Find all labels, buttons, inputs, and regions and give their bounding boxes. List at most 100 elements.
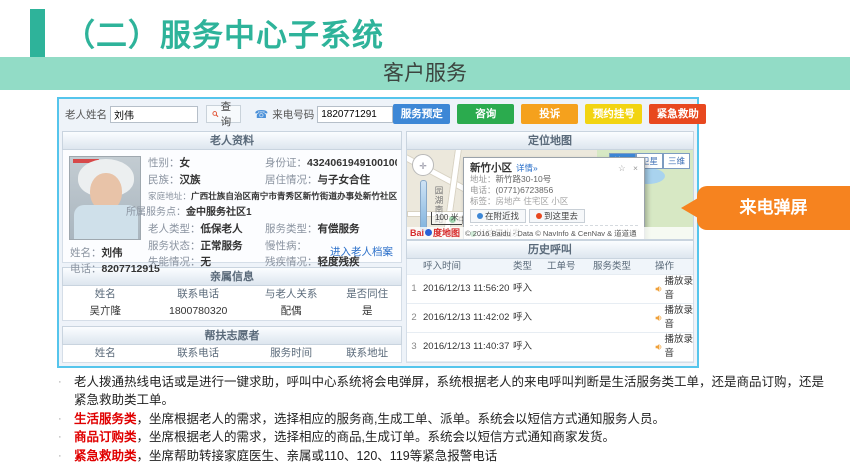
field-label: 民族：: [148, 174, 180, 186]
photo-name-label: 姓名：: [70, 247, 102, 259]
elder-name-phone: 姓名：刘伟 电话：8207712915: [70, 245, 160, 277]
family-table-row: 吴亣隆 1800780320 配偶 是: [63, 303, 401, 320]
popup-tel-label: 电话：: [470, 185, 496, 195]
play-recording-button[interactable]: 播放录音: [649, 275, 693, 303]
field-label: 身份证：: [265, 157, 307, 169]
elder-profile: 姓名：刘伟 电话：8207712915 性别：女 身份证：43240619491…: [62, 150, 402, 263]
popup-close-icon[interactable]: ×: [633, 163, 638, 173]
baidu-paw-icon: [425, 229, 432, 236]
col-relation: 与老人关系: [249, 286, 334, 303]
note-lead: 商品订购类: [74, 430, 137, 444]
field-value: 低保老人: [201, 223, 243, 235]
col-action: 操作: [649, 259, 693, 274]
col-call-time: 呼入时间: [421, 259, 513, 274]
elder-name-label: 老人姓名: [65, 107, 107, 122]
note-text: ，坐席根据老人的需求，选择相应的服务商,生成工单、派单。系统会以短信方式通知服务…: [137, 412, 665, 426]
field-value: 女: [180, 157, 191, 169]
service-point-label: 所属服务点：: [126, 207, 186, 218]
field-value: 与子女合住: [318, 174, 371, 186]
slide: （二）服务中心子系统 客户服务 老人姓名 查询 ☎ 来电号码 服务预定 咨询 投…: [0, 0, 850, 466]
col-phone: 联系电话: [148, 286, 249, 303]
map-attribution: Bai度地图 © 2016 Baidu - Data © NavInfo & C…: [407, 227, 693, 239]
speaker-icon: [655, 313, 663, 323]
section-banner: 客户服务: [0, 57, 850, 90]
note-item: · 商品订购类，坐席根据老人的需求，选择相应的商品,生成订单。系统会以短信方式通…: [58, 429, 832, 447]
popup-tab-go-here[interactable]: 到这里去: [529, 209, 585, 223]
search-button-label: 查询: [221, 99, 235, 129]
photo-phone-label: 电话：: [70, 263, 102, 275]
nearby-icon: [477, 213, 483, 219]
field-label: 服务类型：: [265, 223, 318, 235]
speaker-icon: [655, 284, 663, 294]
note-item: · 紧急救助类，坐席帮助转接家庭医生、亲属或110、120、119等紧急报警电话: [58, 448, 832, 466]
elder-name-input[interactable]: [110, 106, 198, 123]
map-header: 定位地图: [406, 131, 694, 150]
map-compass-control[interactable]: ✛: [412, 154, 434, 176]
service-reserve-button[interactable]: 服务预定: [393, 104, 450, 124]
field-value: 正常服务: [201, 240, 243, 252]
play-recording-button[interactable]: 播放录音: [649, 333, 693, 361]
caller-number-label: 来电号码: [272, 107, 314, 122]
note-item: · 生活服务类，坐席根据老人的需求，选择相应的服务商,生成工单、派单。系统会以短…: [58, 411, 832, 429]
destination-pin-icon: [536, 213, 542, 219]
field-label: 失能情况：: [148, 256, 201, 268]
emergency-button[interactable]: 紧急救助: [649, 104, 706, 124]
col-service-time: 服务时间: [249, 345, 334, 362]
col-order-no: 工单号: [547, 259, 593, 274]
complaint-button[interactable]: 投诉: [521, 104, 578, 124]
field-label: 老人类型：: [148, 223, 201, 235]
popup-tel-value: (0771)6723856: [496, 185, 554, 195]
consult-button[interactable]: 咨询: [457, 104, 514, 124]
service-point-value: 金中服务社区1: [186, 207, 252, 218]
title-accent-bar: [30, 9, 45, 59]
family-relation: 配偶: [249, 303, 334, 320]
note-item: · 老人拨通热线电话或是进行一键求助，呼叫中心系统将会电弹屏，系统根据老人的来电…: [58, 374, 832, 410]
field-label: 性别：: [148, 157, 180, 169]
volunteer-table: 姓名 联系电话 服务时间 联系地址: [62, 345, 402, 363]
popup-tab-search-nearby[interactable]: 在附近找: [470, 209, 526, 223]
family-table-header: 姓名 联系电话 与老人关系 是否同住: [63, 286, 401, 303]
map-type-3d[interactable]: 三维: [663, 153, 690, 169]
enter-archive-link[interactable]: 进入老人档案: [330, 244, 393, 259]
volunteer-table-header: 姓名 联系电话 服务时间 联系地址: [63, 345, 401, 362]
popup-tags-value: 房地产 住宅区 小区: [496, 196, 569, 206]
appointment-button[interactable]: 预约挂号: [585, 104, 642, 124]
field-value: 汉族: [180, 174, 201, 186]
baidu-logo: Bai: [410, 228, 424, 238]
location-map[interactable]: ✛ 园湖南路 中国农业银行 光大银行 新竹 地图 卫星 三维 新竹小区: [406, 150, 694, 240]
elder-info-header: 老人资料: [62, 131, 402, 150]
family-together: 是: [333, 303, 401, 320]
note-lead: 生活服务类: [74, 412, 137, 426]
call-history-table: 呼入时间 类型 工单号 服务类型 操作 1 2016/12/13 11:56:2…: [406, 259, 694, 363]
bullet-marker: ·: [58, 448, 74, 466]
col-type: 类型: [513, 259, 547, 274]
family-table: 姓名 联系电话 与老人关系 是否同住 吴亣隆 1800780320 配偶 是: [62, 286, 402, 321]
history-row: 2 2016/12/13 11:42:02 呼入 播放录音: [407, 304, 693, 333]
page-title: （二）服务中心子系统: [64, 10, 384, 55]
history-row: 3 2016/12/13 11:40:37 呼入 播放录音: [407, 333, 693, 362]
elder-info-panel: 老人资料 姓名：刘伟 电话：8207712915 性别：女 身份证：432406…: [62, 131, 402, 363]
popup-tags-label: 标签：: [470, 196, 496, 206]
phone-icon: ☎: [255, 108, 269, 121]
field-label: 残疾情况：: [265, 256, 318, 268]
col-name: 姓名: [63, 345, 148, 362]
note-text: 老人拨通热线电话或是进行一键求助，呼叫中心系统将会电弹屏，系统根据老人的来电呼叫…: [74, 375, 824, 407]
address-value: 广西壮族自治区南宁市青秀区新竹街道办事处新竹社区居委会: [191, 191, 397, 201]
address-label: 家庭地址：: [148, 191, 191, 201]
popup-detail-link[interactable]: 详情»: [516, 162, 538, 174]
popup-favorite-icon[interactable]: ☆: [618, 163, 626, 173]
field-value: 有偿服务: [318, 223, 360, 235]
field-label: 服务状态：: [148, 240, 201, 252]
col-name: 姓名: [63, 286, 148, 303]
history-row: 1 2016/12/13 11:56:20 呼入 播放录音: [407, 275, 693, 304]
play-recording-button[interactable]: 播放录音: [649, 304, 693, 332]
search-button[interactable]: 查询: [206, 105, 241, 123]
popup-addr-value: 新竹路30-10号: [496, 174, 552, 184]
map-zoom-slider[interactable]: [420, 180, 427, 232]
notes: · 老人拨通热线电话或是进行一键求助，呼叫中心系统将会电弹屏，系统根据老人的来电…: [58, 374, 832, 466]
field-value: 43240619491001002: [307, 157, 397, 169]
family-phone: 1800780320: [148, 303, 249, 320]
history-table-header: 呼入时间 类型 工单号 服务类型 操作: [407, 259, 693, 275]
note-lead: 紧急救助类: [74, 449, 137, 463]
caller-number-input[interactable]: [317, 106, 393, 123]
